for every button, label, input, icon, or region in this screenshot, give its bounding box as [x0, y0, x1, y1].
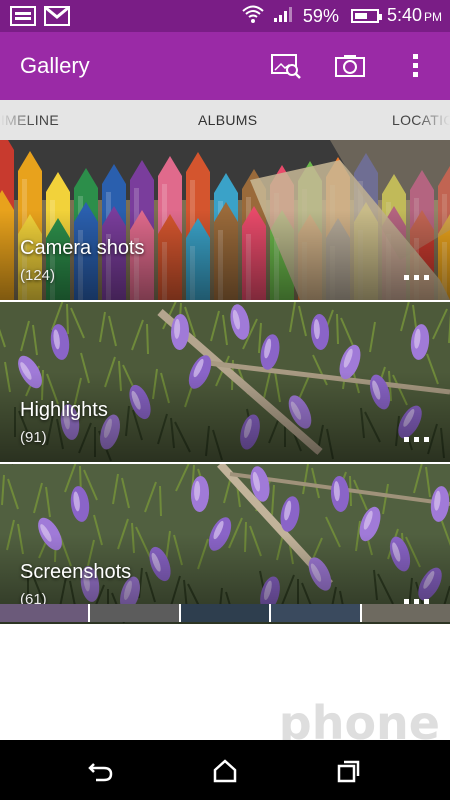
- battery-icon: [350, 9, 382, 23]
- camera-button[interactable]: [332, 48, 368, 84]
- album-count: (124): [20, 267, 56, 284]
- overflow-menu-icon: [413, 54, 418, 77]
- home-icon: [213, 759, 237, 783]
- clock-suffix: PM: [424, 10, 442, 24]
- gmail-icon: [44, 6, 70, 31]
- album-name: Screenshots: [20, 561, 132, 583]
- overflow-menu-button[interactable]: [398, 48, 434, 84]
- clock-time: 5:40: [386, 5, 422, 25]
- tab-bar: TIMELINE ALBUMS LOCATION: [0, 100, 450, 140]
- thumbnail: [180, 604, 270, 622]
- thumbnail: [271, 604, 360, 622]
- navigation-bar: [0, 740, 450, 800]
- thumbnail: [361, 604, 450, 622]
- album-more-button[interactable]: [404, 272, 432, 282]
- tab-fade-right: [416, 100, 450, 140]
- signal-icon: [273, 5, 295, 28]
- camera-icon: [335, 55, 365, 77]
- album-name: Camera shots: [20, 237, 145, 259]
- album-card-highlights[interactable]: Highlights (91): [0, 302, 450, 462]
- thumbnail: [0, 604, 89, 622]
- image-notification-icon: [10, 6, 36, 26]
- album-count: (91): [20, 429, 47, 446]
- tab-fade-left: [0, 100, 34, 140]
- search-gallery-icon: [271, 54, 301, 79]
- recents-button[interactable]: [334, 756, 364, 786]
- thumbnail: [90, 604, 179, 622]
- album-more-button[interactable]: [404, 434, 432, 444]
- app-title: Gallery: [20, 53, 90, 78]
- album-card-camera-shots[interactable]: Camera shots (124): [0, 140, 450, 300]
- wifi-icon: [241, 4, 265, 29]
- home-button[interactable]: [210, 756, 240, 786]
- battery-percent: 59%: [302, 6, 339, 26]
- thumbnail-strip: [0, 604, 450, 622]
- album-card-screenshots[interactable]: Screenshots (61): [0, 464, 450, 624]
- recents-icon: [337, 760, 360, 783]
- search-gallery-button[interactable]: [268, 48, 304, 84]
- app-bar: Gallery: [0, 32, 450, 100]
- tab-albums[interactable]: ALBUMS: [198, 100, 257, 140]
- clock: 5:40 PM: [387, 3, 442, 29]
- back-button[interactable]: [86, 756, 116, 786]
- status-bar: 59% 5:40 PM: [0, 0, 450, 32]
- back-icon: [88, 763, 113, 782]
- album-name: Highlights: [20, 399, 108, 421]
